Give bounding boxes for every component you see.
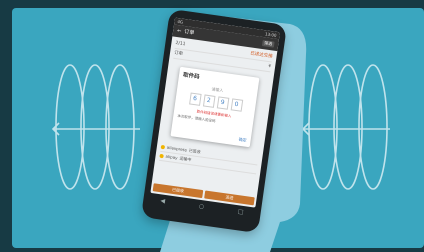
code-digit[interactable]: 2 [202,94,216,108]
list-item-sub: 运输中 [179,155,192,163]
code-digit[interactable]: 9 [216,96,229,110]
list-item-label: alipay [165,153,178,161]
recent-apps-icon[interactable]: □ [237,208,244,216]
device-screen: 4G 13:00 ← 订单 筛选 2/11 已送达交接 订单 ¥ 取件码 请输入… [150,17,280,208]
bottom-left-button[interactable]: 已揽收 [152,183,204,199]
bottom-right-button[interactable]: 派送 [204,190,255,206]
status-time: 13:00 [264,31,277,38]
filter-button[interactable]: 筛选 [261,39,275,48]
code-digit[interactable]: 0 [230,98,243,112]
package-icon [160,144,166,150]
nfc-waves-left-icon [45,57,145,197]
home-icon[interactable]: ○ [198,203,204,211]
summary-count: 2/11 [175,40,186,48]
order-amount: ¥ [267,64,272,70]
back-icon[interactable]: ◀ [160,197,166,205]
back-arrow-icon[interactable]: ← [176,25,182,37]
package-icon [159,153,164,159]
pickup-code-dialog: 取件码 请输入 6 2 9 0 取件码错误请重新输入 本次取件，请输入验证码 确… [170,66,260,148]
dialog-ok-button[interactable]: 确定 [238,137,247,144]
page: 4G 13:00 ← 订单 筛选 2/11 已送达交接 订单 ¥ 取件码 请输入… [0,0,424,252]
order-label: 订单 [173,50,184,58]
order-list: aliexpress 已签收 alipay 运输中 [158,142,259,175]
list-item-sub: 已签收 [188,147,202,155]
code-digit[interactable]: 6 [188,92,202,106]
nfc-waves-right-icon [298,57,398,197]
